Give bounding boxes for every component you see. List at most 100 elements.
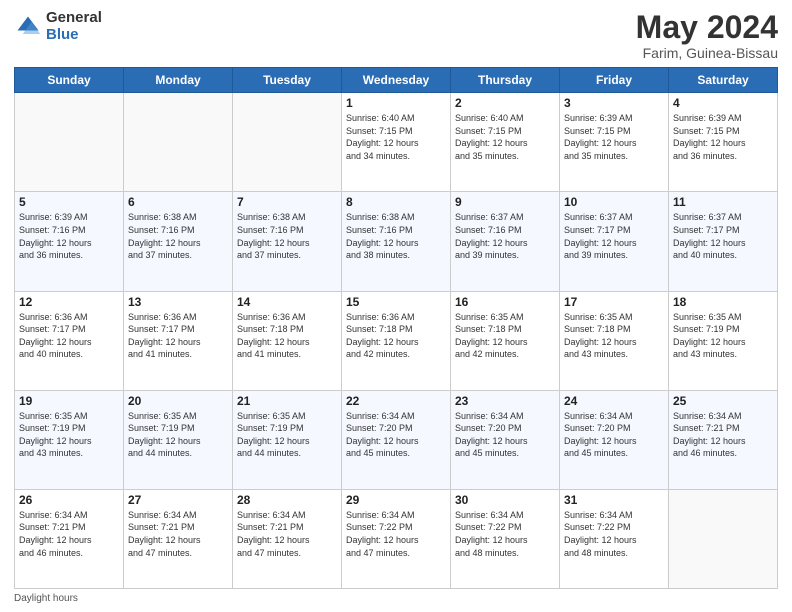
calendar-cell: 7 Sunrise: 6:38 AM Sunset: 7:16 PM Daylig… bbox=[233, 192, 342, 291]
day-number: 14 bbox=[237, 295, 337, 309]
calendar-cell: 10 Sunrise: 6:37 AM Sunset: 7:17 PM Dayli… bbox=[560, 192, 669, 291]
calendar-cell: 6 Sunrise: 6:38 AM Sunset: 7:16 PM Daylig… bbox=[124, 192, 233, 291]
calendar-cell: 12 Sunrise: 6:36 AM Sunset: 7:17 PM Dayli… bbox=[15, 291, 124, 390]
header-monday: Monday bbox=[124, 68, 233, 93]
header-sunday: Sunday bbox=[15, 68, 124, 93]
day-info: Sunrise: 6:36 AM Sunset: 7:18 PM Dayligh… bbox=[237, 311, 337, 361]
logo-general-text: General bbox=[46, 10, 102, 27]
day-number: 22 bbox=[346, 394, 446, 408]
day-number: 29 bbox=[346, 493, 446, 507]
day-number: 11 bbox=[673, 195, 773, 209]
day-number: 19 bbox=[19, 394, 119, 408]
day-info: Sunrise: 6:39 AM Sunset: 7:15 PM Dayligh… bbox=[673, 112, 773, 162]
calendar-title: May 2024 bbox=[636, 10, 778, 45]
day-number: 24 bbox=[564, 394, 664, 408]
calendar-cell: 19 Sunrise: 6:35 AM Sunset: 7:19 PM Dayli… bbox=[15, 390, 124, 489]
day-number: 28 bbox=[237, 493, 337, 507]
day-info: Sunrise: 6:36 AM Sunset: 7:18 PM Dayligh… bbox=[346, 311, 446, 361]
page: General Blue May 2024 Farim, Guinea-Biss… bbox=[0, 0, 792, 612]
day-info: Sunrise: 6:39 AM Sunset: 7:15 PM Dayligh… bbox=[564, 112, 664, 162]
calendar-cell: 31 Sunrise: 6:34 AM Sunset: 7:22 PM Dayli… bbox=[560, 489, 669, 588]
day-info: Sunrise: 6:35 AM Sunset: 7:19 PM Dayligh… bbox=[237, 410, 337, 460]
calendar-cell: 4 Sunrise: 6:39 AM Sunset: 7:15 PM Daylig… bbox=[669, 93, 778, 192]
day-number: 7 bbox=[237, 195, 337, 209]
day-number: 3 bbox=[564, 96, 664, 110]
day-info: Sunrise: 6:38 AM Sunset: 7:16 PM Dayligh… bbox=[128, 211, 228, 261]
day-info: Sunrise: 6:37 AM Sunset: 7:17 PM Dayligh… bbox=[673, 211, 773, 261]
calendar-cell: 9Sunrise: 6:37 AM Sunset: 7:16 PM Daylig… bbox=[451, 192, 560, 291]
calendar-cell: 13 Sunrise: 6:36 AM Sunset: 7:17 PM Dayli… bbox=[124, 291, 233, 390]
header-wednesday: Wednesday bbox=[342, 68, 451, 93]
calendar-week-1: 5Sunrise: 6:39 AM Sunset: 7:16 PM Daylig… bbox=[15, 192, 778, 291]
logo-icon bbox=[14, 13, 42, 41]
header-tuesday: Tuesday bbox=[233, 68, 342, 93]
day-info: Sunrise: 6:35 AM Sunset: 7:18 PM Dayligh… bbox=[455, 311, 555, 361]
calendar-cell bbox=[124, 93, 233, 192]
header: General Blue May 2024 Farim, Guinea-Biss… bbox=[14, 10, 778, 61]
day-info: Sunrise: 6:38 AM Sunset: 7:16 PM Dayligh… bbox=[346, 211, 446, 261]
day-info: Sunrise: 6:34 AM Sunset: 7:20 PM Dayligh… bbox=[346, 410, 446, 460]
day-number: 20 bbox=[128, 394, 228, 408]
day-info: Sunrise: 6:40 AM Sunset: 7:15 PM Dayligh… bbox=[455, 112, 555, 162]
calendar-week-4: 26Sunrise: 6:34 AM Sunset: 7:21 PM Dayli… bbox=[15, 489, 778, 588]
calendar-cell: 2 Sunrise: 6:40 AM Sunset: 7:15 PM Daylig… bbox=[451, 93, 560, 192]
day-info: Sunrise: 6:36 AM Sunset: 7:17 PM Dayligh… bbox=[19, 311, 119, 361]
day-info: Sunrise: 6:39 AM Sunset: 7:16 PM Dayligh… bbox=[19, 211, 119, 261]
day-number: 2 bbox=[455, 96, 555, 110]
calendar-cell: 3 Sunrise: 6:39 AM Sunset: 7:15 PM Daylig… bbox=[560, 93, 669, 192]
footer: Daylight hours bbox=[14, 593, 778, 604]
day-info: Sunrise: 6:34 AM Sunset: 7:21 PM Dayligh… bbox=[673, 410, 773, 460]
day-number: 16 bbox=[455, 295, 555, 309]
day-info: Sunrise: 6:34 AM Sunset: 7:22 PM Dayligh… bbox=[564, 509, 664, 559]
calendar-cell: 20 Sunrise: 6:35 AM Sunset: 7:19 PM Dayli… bbox=[124, 390, 233, 489]
calendar-cell bbox=[233, 93, 342, 192]
title-block: May 2024 Farim, Guinea-Bissau bbox=[636, 10, 778, 61]
calendar-cell: 23Sunrise: 6:34 AM Sunset: 7:20 PM Dayli… bbox=[451, 390, 560, 489]
day-info: Sunrise: 6:34 AM Sunset: 7:22 PM Dayligh… bbox=[455, 509, 555, 559]
day-number: 6 bbox=[128, 195, 228, 209]
calendar-cell: 5Sunrise: 6:39 AM Sunset: 7:16 PM Daylig… bbox=[15, 192, 124, 291]
day-info: Sunrise: 6:34 AM Sunset: 7:20 PM Dayligh… bbox=[455, 410, 555, 460]
day-number: 21 bbox=[237, 394, 337, 408]
logo-text: General Blue bbox=[46, 10, 102, 43]
day-number: 12 bbox=[19, 295, 119, 309]
day-number: 18 bbox=[673, 295, 773, 309]
day-number: 13 bbox=[128, 295, 228, 309]
day-number: 31 bbox=[564, 493, 664, 507]
day-number: 15 bbox=[346, 295, 446, 309]
calendar-cell: 26Sunrise: 6:34 AM Sunset: 7:21 PM Dayli… bbox=[15, 489, 124, 588]
calendar-week-3: 19 Sunrise: 6:35 AM Sunset: 7:19 PM Dayli… bbox=[15, 390, 778, 489]
day-number: 10 bbox=[564, 195, 664, 209]
calendar-cell: 8 Sunrise: 6:38 AM Sunset: 7:16 PM Daylig… bbox=[342, 192, 451, 291]
calendar-cell: 18 Sunrise: 6:35 AM Sunset: 7:19 PM Dayli… bbox=[669, 291, 778, 390]
header-saturday: Saturday bbox=[669, 68, 778, 93]
calendar-cell: 11 Sunrise: 6:37 AM Sunset: 7:17 PM Dayli… bbox=[669, 192, 778, 291]
calendar-location: Farim, Guinea-Bissau bbox=[636, 45, 778, 61]
day-number: 30 bbox=[455, 493, 555, 507]
day-number: 25 bbox=[673, 394, 773, 408]
day-info: Sunrise: 6:35 AM Sunset: 7:19 PM Dayligh… bbox=[673, 311, 773, 361]
day-info: Sunrise: 6:40 AM Sunset: 7:15 PM Dayligh… bbox=[346, 112, 446, 162]
day-info: Sunrise: 6:34 AM Sunset: 7:22 PM Dayligh… bbox=[346, 509, 446, 559]
calendar-cell: 24Sunrise: 6:34 AM Sunset: 7:20 PM Dayli… bbox=[560, 390, 669, 489]
day-info: Sunrise: 6:35 AM Sunset: 7:19 PM Dayligh… bbox=[19, 410, 119, 460]
day-info: Sunrise: 6:38 AM Sunset: 7:16 PM Dayligh… bbox=[237, 211, 337, 261]
calendar-table: Sunday Monday Tuesday Wednesday Thursday… bbox=[14, 67, 778, 589]
calendar-cell: 30 Sunrise: 6:34 AM Sunset: 7:22 PM Dayli… bbox=[451, 489, 560, 588]
day-number: 4 bbox=[673, 96, 773, 110]
calendar-cell: 17Sunrise: 6:35 AM Sunset: 7:18 PM Dayli… bbox=[560, 291, 669, 390]
day-info: Sunrise: 6:36 AM Sunset: 7:17 PM Dayligh… bbox=[128, 311, 228, 361]
calendar-cell: 21 Sunrise: 6:35 AM Sunset: 7:19 PM Dayli… bbox=[233, 390, 342, 489]
calendar-cell bbox=[669, 489, 778, 588]
day-number: 8 bbox=[346, 195, 446, 209]
day-info: Sunrise: 6:35 AM Sunset: 7:18 PM Dayligh… bbox=[564, 311, 664, 361]
day-info: Sunrise: 6:37 AM Sunset: 7:17 PM Dayligh… bbox=[564, 211, 664, 261]
calendar-cell bbox=[15, 93, 124, 192]
day-info: Sunrise: 6:35 AM Sunset: 7:19 PM Dayligh… bbox=[128, 410, 228, 460]
calendar-cell: 25 Sunrise: 6:34 AM Sunset: 7:21 PM Dayli… bbox=[669, 390, 778, 489]
calendar-cell: 14 Sunrise: 6:36 AM Sunset: 7:18 PM Dayli… bbox=[233, 291, 342, 390]
calendar-cell: 16 Sunrise: 6:35 AM Sunset: 7:18 PM Dayli… bbox=[451, 291, 560, 390]
header-thursday: Thursday bbox=[451, 68, 560, 93]
calendar-week-0: 1Sunrise: 6:40 AM Sunset: 7:15 PM Daylig… bbox=[15, 93, 778, 192]
calendar-cell: 15 Sunrise: 6:36 AM Sunset: 7:18 PM Dayli… bbox=[342, 291, 451, 390]
